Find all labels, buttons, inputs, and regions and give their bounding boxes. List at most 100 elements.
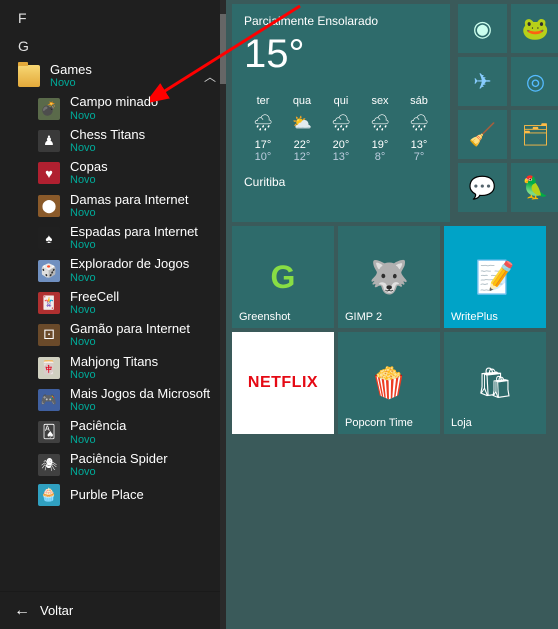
app-label: Paciência Spider: [70, 452, 168, 466]
medium-tiles-row1: G Greenshot 🐺 GIMP 2 📝 WritePlus: [232, 226, 546, 328]
forecast-high: 13°: [400, 139, 438, 151]
new-badge: Novo: [70, 174, 108, 186]
app-label: Explorador de Jogos: [70, 257, 189, 271]
weather-condition: Parcialmente Ensolarado: [244, 14, 438, 28]
app-icon: ♥: [38, 162, 60, 184]
app-label: Gamão para Internet: [70, 322, 190, 336]
app-label: Copas: [70, 160, 108, 174]
new-badge: Novo: [70, 434, 126, 446]
forecast-weather-icon: 🌧: [361, 113, 399, 133]
weather-city: Curitiba: [244, 175, 438, 189]
folder-icon: [18, 65, 40, 87]
tile-label: WritePlus: [451, 311, 498, 323]
app-item[interactable]: ♟Chess TitansNovo: [0, 125, 226, 157]
app-item[interactable]: 🧁 Purble Place: [0, 481, 226, 509]
forecast-high: 17°: [244, 139, 282, 151]
new-badge: Novo: [70, 466, 168, 478]
forecast-day: qua⛅22°12°: [283, 95, 321, 163]
small-tile-steam[interactable]: ◉: [458, 4, 507, 53]
back-arrow-icon: ←: [14, 602, 30, 620]
tile-popcorn-time[interactable]: 🍿 Popcorn Time: [338, 332, 440, 434]
weather-temp: 15°: [244, 32, 438, 77]
new-badge: Novo: [70, 239, 198, 251]
app-label: Purble Place: [70, 488, 144, 502]
app-icon: ♠: [38, 227, 60, 249]
tile-label: GIMP 2: [345, 311, 382, 323]
small-tile-plane[interactable]: ✈: [458, 57, 507, 106]
all-apps-panel: F G Games Novo ︿ 💣Campo minadoNovo♟Chess…: [0, 0, 226, 629]
forecast-weather-icon: 🌧: [244, 113, 282, 133]
letter-header-g[interactable]: G: [0, 32, 226, 60]
new-badge: Novo: [70, 207, 189, 219]
forecast-high: 22°: [283, 139, 321, 151]
app-item[interactable]: 🕷 Paciência SpiderNovo: [0, 449, 226, 481]
new-badge: Novo: [70, 304, 119, 316]
folder-label: Games: [50, 63, 204, 77]
new-badge: Novo: [70, 272, 189, 284]
app-item[interactable]: 🎲 Explorador de JogosNovo: [0, 254, 226, 286]
forecast-day-label: ter: [244, 95, 282, 107]
app-icon: 🃏: [38, 292, 60, 314]
tile-icon: 📝: [475, 258, 515, 296]
app-label: FreeCell: [70, 290, 119, 304]
app-icon: ♟: [38, 130, 60, 152]
app-item[interactable]: 🃏 FreeCellNovo: [0, 287, 226, 319]
app-label: Espadas para Internet: [70, 225, 198, 239]
new-badge: Novo: [70, 336, 190, 348]
forecast-low: 12°: [283, 151, 321, 163]
app-item[interactable]: ⬤Damas para InternetNovo: [0, 190, 226, 222]
app-icon: ⚀: [38, 324, 60, 346]
small-tile-torrent-frog[interactable]: 🐸: [511, 4, 558, 53]
tile-icon: 🛍: [476, 366, 514, 401]
tile-icon: G: [271, 259, 296, 296]
forecast-day: qui🌧20°13°: [322, 95, 360, 163]
small-tile-qbittorrent[interactable]: ◎: [511, 57, 558, 106]
app-label: Paciência: [70, 419, 126, 433]
tile-writeplus[interactable]: 📝 WritePlus: [444, 226, 546, 328]
tile-greenshot[interactable]: G Greenshot: [232, 226, 334, 328]
app-icon: 🧁: [38, 484, 60, 506]
small-tile-bird[interactable]: 🦜: [511, 163, 558, 212]
medium-tiles-row2: NETFLIX 🍿 Popcorn Time 🛍Loja: [232, 332, 546, 434]
forecast-high: 20°: [322, 139, 360, 151]
new-badge: Novo: [70, 110, 158, 122]
app-item[interactable]: ⚀ Gamão para InternetNovo: [0, 319, 226, 351]
app-item[interactable]: 🂡 PaciênciaNovo: [0, 416, 226, 448]
forecast-low: 13°: [322, 151, 360, 163]
app-item[interactable]: 💣Campo minadoNovo: [0, 92, 226, 124]
app-icon: 🂡: [38, 421, 60, 443]
forecast-weather-icon: ⛅: [283, 113, 321, 133]
back-button[interactable]: ← Voltar: [0, 591, 226, 629]
app-item[interactable]: 🀄Mahjong TitansNovo: [0, 352, 226, 384]
tile-icon: 🍿: [370, 366, 407, 401]
games-folder[interactable]: Games Novo ︿: [0, 60, 226, 92]
app-item[interactable]: ♠ Espadas para InternetNovo: [0, 222, 226, 254]
small-tile-utility[interactable]: 🗂: [511, 110, 558, 159]
new-badge: Novo: [70, 401, 210, 413]
app-icon: 🎮: [38, 389, 60, 411]
forecast-weather-icon: 🌧: [322, 113, 360, 133]
app-icon: 🎲: [38, 260, 60, 282]
tile-icon: 🐺: [369, 258, 409, 296]
app-label: Damas para Internet: [70, 193, 189, 207]
tile-label: Greenshot: [239, 311, 290, 323]
weather-tile[interactable]: Parcialmente Ensolarado 15° ter🌧17°10°qu…: [232, 4, 450, 222]
small-tile-ccleaner[interactable]: 🧹: [458, 110, 507, 159]
forecast-day: ter🌧17°10°: [244, 95, 282, 163]
app-item[interactable]: 🎮Mais Jogos da MicrosoftNovo: [0, 384, 226, 416]
back-label: Voltar: [40, 603, 73, 618]
app-item[interactable]: ♥ CopasNovo: [0, 157, 226, 189]
app-icon: 🕷: [38, 454, 60, 476]
chevron-up-icon: ︿: [204, 68, 216, 85]
forecast-day-label: sex: [361, 95, 399, 107]
app-list: F G Games Novo ︿ 💣Campo minadoNovo♟Chess…: [0, 0, 226, 591]
tile-loja[interactable]: 🛍Loja: [444, 332, 546, 434]
small-tiles-group: ◉🐸✈◎🧹🗂💬🦜: [454, 4, 558, 216]
tile-label: Popcorn Time: [345, 417, 413, 429]
letter-header-f[interactable]: F: [0, 4, 226, 32]
new-badge: Novo: [50, 77, 204, 89]
tile-logo-text: NETFLIX: [248, 374, 318, 392]
small-tile-chat[interactable]: 💬: [458, 163, 507, 212]
tile-gimp-2[interactable]: 🐺 GIMP 2: [338, 226, 440, 328]
tile-netflix[interactable]: NETFLIX: [232, 332, 334, 434]
